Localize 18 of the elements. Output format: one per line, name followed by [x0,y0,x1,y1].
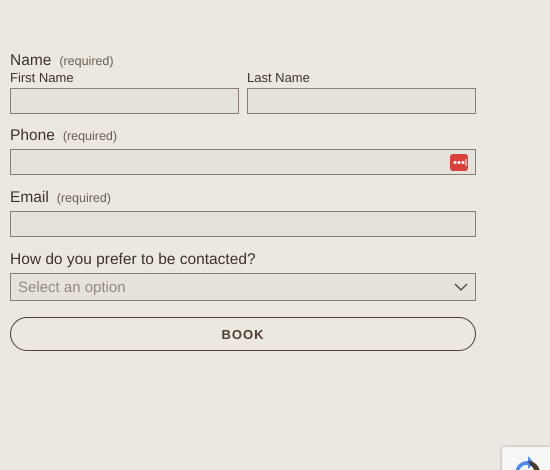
text-field[interactable] [10,149,476,175]
field-label: Name [10,52,52,70]
field-label: How do you prefer to be contacted? [10,251,256,269]
book-button[interactable]: BOOK [10,317,476,351]
password-key-icon[interactable] [450,154,468,170]
field-label: Last Name [247,70,311,85]
field-label: First Name [10,70,75,85]
chevron-down-icon [454,283,468,291]
text-field[interactable] [10,88,239,114]
field-label: Phone [10,127,55,145]
recaptcha-badge[interactable] [502,447,550,470]
required-note: (required) [56,191,111,205]
text-field[interactable] [247,88,476,114]
text-field[interactable] [10,211,476,237]
select-placeholder: Select an option [18,278,126,296]
required-note: (required) [62,129,118,143]
field-label: Email [10,189,49,207]
required-note: (required) [59,54,114,68]
